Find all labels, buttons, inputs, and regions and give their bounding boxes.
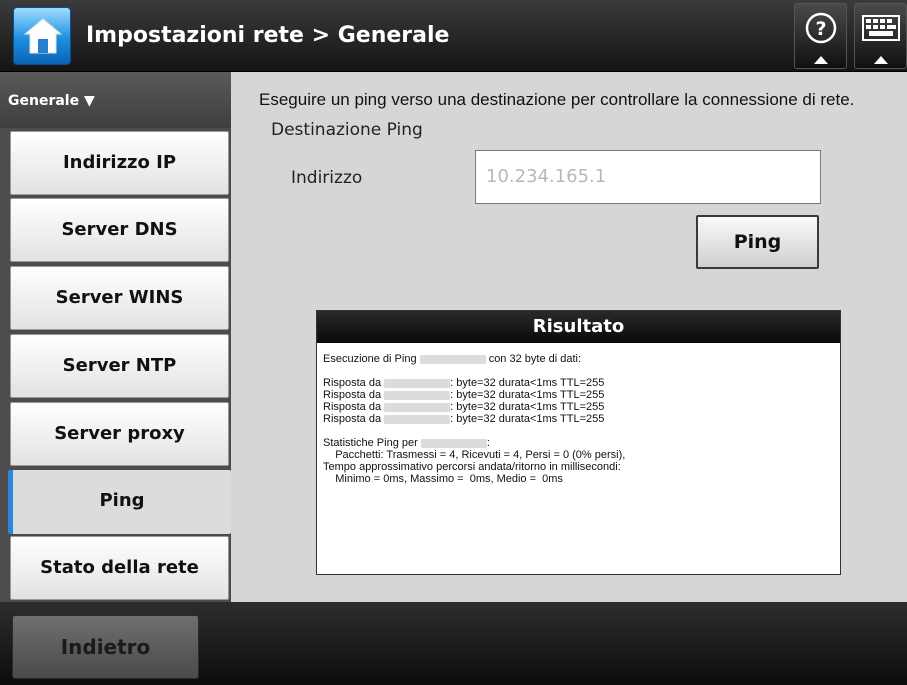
page-title: Impostazioni rete > Generale [86, 23, 450, 48]
result-line: Esecuzione di Ping con 32 byte di dati: [323, 353, 582, 365]
redacted-address [384, 390, 451, 400]
result-line: Tempo approssimativo percorsi andata/rit… [323, 461, 621, 473]
main-panel: Eseguire un ping verso una destinazione … [231, 72, 907, 602]
help-button[interactable]: ? [794, 3, 847, 69]
ping-button[interactable]: Ping [696, 215, 819, 269]
sidebar-category-dropdown[interactable]: Generale ▼ [0, 72, 231, 128]
result-panel: Risultato Esecuzione di Ping con 32 byte… [316, 310, 841, 575]
sidebar-item-server-proxy[interactable]: Server proxy [10, 402, 229, 466]
address-input[interactable]: 10.234.165.1 [475, 150, 821, 204]
result-output: Esecuzione di Ping con 32 byte di dati: … [317, 343, 840, 485]
keyboard-button[interactable] [854, 3, 907, 69]
result-line: Risposta da : byte=32 durata<1ms TTL=255 [323, 413, 605, 425]
sidebar-item-indirizzo-ip[interactable]: Indirizzo IP [10, 131, 229, 195]
result-line: Risposta da : byte=32 durata<1ms TTL=255 [323, 389, 605, 401]
sidebar-item-stato-della-rete[interactable]: Stato della rete [10, 536, 229, 600]
redacted-address [384, 378, 451, 388]
section-title: Destinazione Ping [271, 120, 423, 140]
back-button[interactable]: Indietro [12, 615, 199, 679]
result-line: Risposta da : byte=32 durata<1ms TTL=255 [323, 401, 605, 413]
help-icon: ? [805, 12, 837, 64]
sidebar: Generale ▼ Indirizzo IP Server DNS Serve… [0, 72, 231, 602]
redacted-address [384, 414, 451, 424]
result-line: Risposta da : byte=32 durata<1ms TTL=255 [323, 377, 605, 389]
sidebar-item-server-wins[interactable]: Server WINS [10, 266, 229, 330]
result-title: Risultato [317, 311, 840, 343]
sidebar-item-server-dns[interactable]: Server DNS [10, 198, 229, 262]
footer-bar: Indietro [0, 602, 907, 685]
result-line: Statistiche Ping per : [323, 437, 490, 449]
result-line: Pacchetti: Trasmessi = 4, Ricevuti = 4, … [323, 449, 626, 461]
result-line: Minimo = 0ms, Massimo = 0ms, Medio = 0ms [323, 473, 563, 485]
keyboard-icon [862, 15, 900, 64]
sidebar-item-server-ntp[interactable]: Server NTP [10, 334, 229, 398]
svg-text:?: ? [815, 18, 826, 40]
sidebar-item-ping[interactable]: Ping [8, 470, 231, 534]
home-icon [23, 18, 63, 54]
redacted-address [419, 354, 486, 364]
address-label: Indirizzo [291, 168, 363, 188]
redacted-address [384, 402, 451, 412]
redacted-address [420, 438, 487, 448]
header-bar: Impostazioni rete > Generale ? [0, 0, 907, 72]
home-button[interactable] [13, 7, 71, 65]
page-description: Eseguire un ping verso una destinazione … [259, 90, 855, 109]
